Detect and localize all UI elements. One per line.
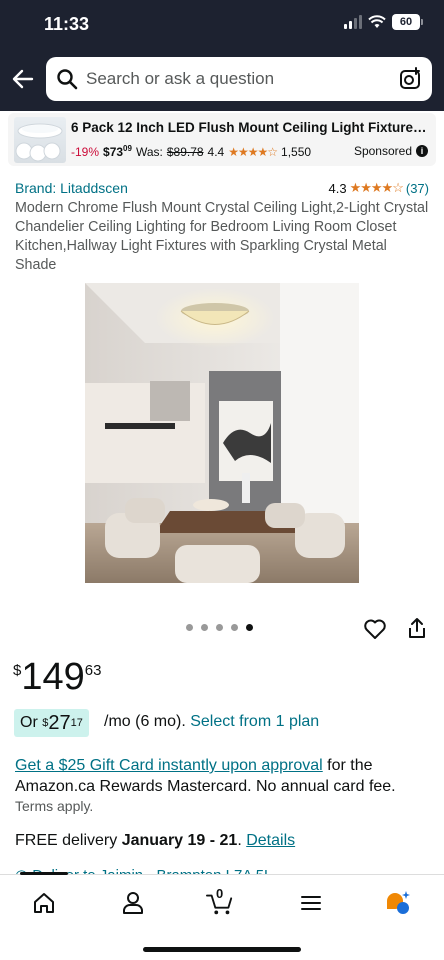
battery-icon: 60 xyxy=(392,14,423,30)
sponsored-discount: -19% xyxy=(71,145,100,159)
active-tab-indicator xyxy=(20,872,68,875)
bottom-nav: 0 xyxy=(0,872,444,960)
search-icon xyxy=(57,69,78,90)
rufus-icon[interactable] xyxy=(384,889,412,917)
cart-count: 0 xyxy=(216,886,224,901)
back-arrow-icon[interactable] xyxy=(10,66,36,92)
sponsored-stars-icon: ★★★★☆ xyxy=(228,145,278,159)
delivery-prefix: FREE delivery xyxy=(15,832,122,849)
price-currency: $ xyxy=(13,662,22,679)
sponsored-title[interactable]: 6 Pack 12 Inch LED Flush Mount Ceiling L… xyxy=(71,120,431,135)
camera-icon[interactable] xyxy=(398,67,422,91)
product-price: $ 149 63 xyxy=(13,656,101,698)
search-bar[interactable]: Search or ask a question xyxy=(46,57,432,101)
share-icon[interactable] xyxy=(405,616,429,640)
sponsored-price: $7309 xyxy=(103,144,132,159)
status-time: 11:33 xyxy=(44,14,90,34)
brand-link[interactable]: Brand: Litaddscen xyxy=(15,180,128,196)
delivery-dates: January 19 - 21 xyxy=(121,832,238,849)
sponsored-rating: 4.4 xyxy=(207,145,225,159)
info-icon[interactable]: i xyxy=(416,145,428,157)
gift-card-link[interactable]: Get a $25 Gift Card instantly upon appro… xyxy=(15,757,323,774)
sponsored-product-image[interactable] xyxy=(14,117,66,163)
cellular-signal-icon xyxy=(344,15,362,29)
gift-card-offer: Get a $25 Gift Card instantly upon appro… xyxy=(15,755,429,797)
installment-whole: 27 xyxy=(48,711,71,734)
terms-text: Terms apply. xyxy=(15,798,94,814)
delivery-details-link[interactable]: Details xyxy=(246,832,295,849)
rating-value: 4.3 xyxy=(328,180,347,196)
rating-count[interactable]: (37) xyxy=(406,181,429,196)
menu-icon[interactable] xyxy=(297,889,325,917)
home-indicator xyxy=(143,947,301,952)
heart-icon[interactable] xyxy=(363,617,387,641)
sponsored-reviews: 1,550 xyxy=(281,145,312,159)
carousel-dot-active[interactable] xyxy=(246,624,253,631)
product-rating[interactable]: 4.3 ★★★★☆ (37) xyxy=(329,180,429,196)
carousel-dot[interactable] xyxy=(186,624,193,631)
wifi-icon xyxy=(368,15,386,28)
sponsored-price-row: -19% $7309 Was: $89.78 4.4 ★★★★☆ 1,550 xyxy=(71,144,311,159)
image-carousel-dots[interactable] xyxy=(186,624,253,631)
sponsored-was-price: $89.78 xyxy=(166,145,204,159)
home-icon[interactable] xyxy=(30,889,58,917)
product-title: Modern Chrome Flush Mount Crystal Ceilin… xyxy=(15,200,429,273)
rating-stars-icon: ★★★★☆ xyxy=(349,180,404,195)
price-whole: 149 xyxy=(21,656,85,698)
search-input[interactable]: Search or ask a question xyxy=(86,69,398,89)
installment-prefix: Or xyxy=(20,714,38,731)
status-icons: 60 xyxy=(344,14,423,30)
installment-price: Or $27 17 xyxy=(14,709,89,737)
carousel-dot[interactable] xyxy=(216,624,223,631)
delivery-info: FREE delivery January 19 - 21. Details xyxy=(15,832,295,850)
price-fraction: 63 xyxy=(84,662,102,679)
installment-terms: /mo (6 mo). Select from 1 plan xyxy=(104,713,319,731)
sponsored-ad[interactable]: 6 Pack 12 Inch LED Flush Mount Ceiling L… xyxy=(8,113,436,166)
sponsored-label-text: Sponsored xyxy=(353,144,412,158)
carousel-dot[interactable] xyxy=(201,624,208,631)
top-header: 11:33 60 Search or ask a question xyxy=(0,0,444,111)
select-plan-link[interactable]: Select from 1 plan xyxy=(190,713,319,730)
installment-fraction: 17 xyxy=(70,717,83,729)
carousel-dot[interactable] xyxy=(231,624,238,631)
delivery-separator: . xyxy=(237,832,247,849)
installment-suffix: /mo (6 mo). xyxy=(104,713,191,730)
sponsored-was-label: Was: xyxy=(135,145,163,159)
account-icon[interactable] xyxy=(119,889,147,917)
sponsored-label[interactable]: Sponsored i xyxy=(354,144,428,158)
product-image[interactable] xyxy=(85,283,359,583)
